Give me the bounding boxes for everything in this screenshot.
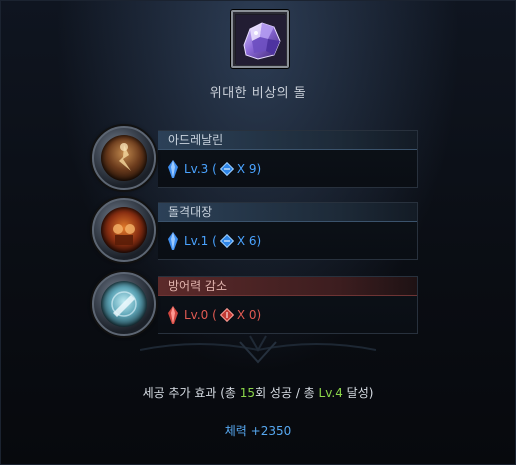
skill-name: 아드레날린 (158, 131, 417, 150)
bonus-effect-title: 세공 추가 효과 (총 15회 성공 / 총 Lv.4 달성) (0, 384, 516, 401)
skill-name: 방어력 감소 (158, 277, 417, 296)
skill-bar: 돌격대장 Lv.1 ( X 6 ) (158, 202, 418, 260)
item-stone-icon (231, 10, 289, 68)
ornament-divider (140, 335, 376, 364)
skill-bar: 아드레날린 Lv.3 ( X 9 ) (158, 130, 418, 188)
skill-level-text: Lv.0 (184, 308, 209, 322)
skill-level-line: Lv.0 ( X 0 ) (168, 305, 261, 325)
bonus-middle: 회 성공 / 총 (255, 386, 319, 400)
blue-crystal-icon (168, 232, 178, 250)
skill-level-line: Lv.1 ( X 6 ) (168, 231, 261, 251)
skill-level-line: Lv.3 ( X 9 ) (168, 159, 261, 179)
skill-count-text: X 9 (236, 162, 257, 176)
skill-name: 돌격대장 (158, 203, 417, 222)
red-gem-icon (219, 308, 234, 322)
skill-bar: 방어력 감소 Lv.0 ( X 0 ) (158, 276, 418, 334)
defense-reduction-skill-icon (92, 272, 156, 336)
paren-close: ) (256, 308, 262, 322)
skill-row-assault-captain[interactable]: 돌격대장 Lv.1 ( X 6 ) (92, 198, 418, 262)
paren-close: ) (256, 162, 262, 176)
skill-level-text: Lv.3 (184, 162, 209, 176)
skill-row-adrenaline[interactable]: 아드레날린 Lv.3 ( X 9 ) (92, 126, 418, 190)
bonus-stat: 체력 +2350 (224, 424, 292, 438)
bonus-suffix: 달성) (342, 386, 374, 400)
skill-count-text: X 0 (236, 308, 257, 322)
skill-count-text: X 6 (236, 234, 257, 248)
paren-close: ) (256, 234, 262, 248)
blue-gem-icon (219, 162, 234, 176)
paren-open: ( (208, 308, 217, 322)
skill-row-defense-reduction[interactable]: 방어력 감소 Lv.0 ( X 0 ) (92, 272, 418, 336)
skill-level-text: Lv.1 (184, 234, 209, 248)
assault-captain-skill-icon (92, 198, 156, 262)
paren-open: ( (208, 162, 217, 176)
bonus-total-level: Lv.4 (318, 386, 343, 400)
bonus-success-count: 15 (239, 386, 256, 400)
blue-crystal-icon (168, 160, 178, 178)
blue-gem-icon (219, 234, 234, 248)
paren-open: ( (208, 234, 217, 248)
red-crystal-icon (168, 306, 178, 324)
item-title: 위대한 비상의 돌 (209, 86, 307, 101)
bonus-prefix: 세공 추가 효과 (총 (142, 386, 240, 400)
adrenaline-skill-icon (92, 126, 156, 190)
